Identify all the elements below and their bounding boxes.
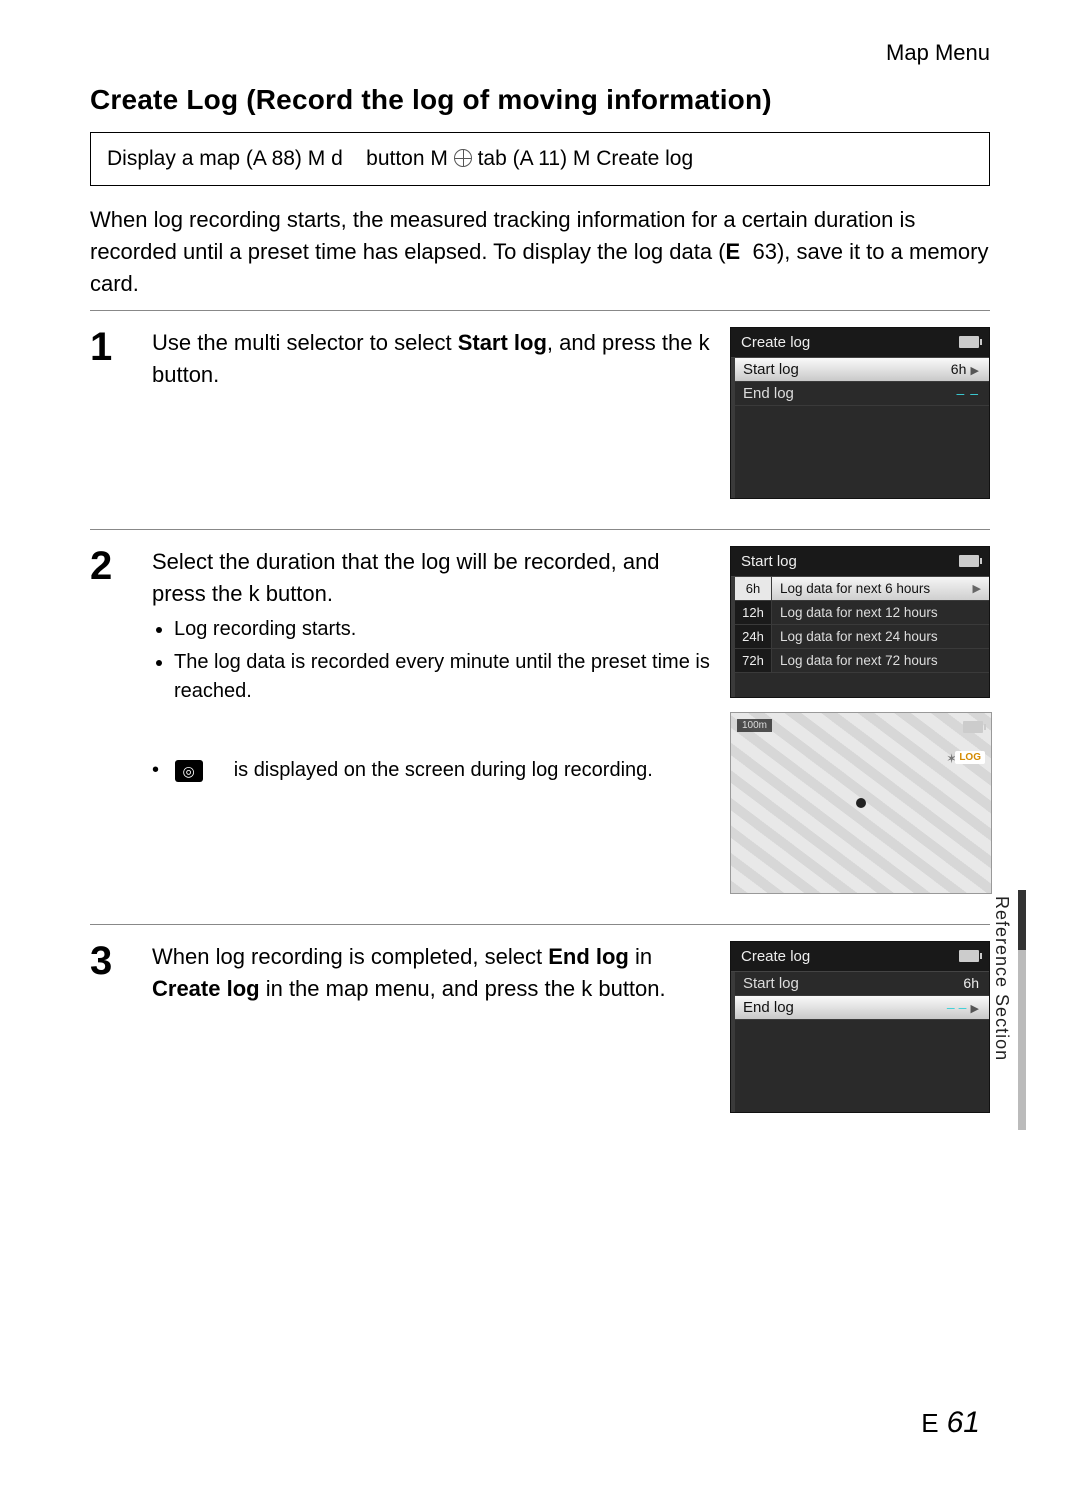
lcd-screenshot-start-log: Start log 6h Log data for next 6 hours▶ … [730,546,990,698]
page-title: Create Log (Record the log of moving inf… [90,84,990,116]
side-tab-label: Reference Section [991,896,1012,1061]
nav-segment: d [331,147,343,170]
map-pin-icon [856,798,866,808]
lcd-row-value: 6h [951,361,967,377]
lcd-row-end-log: End log – – [735,382,989,406]
option-label: Log data for next 72 hours [780,653,938,668]
lcd-row-label: End log [743,385,794,402]
option-tag: 72h [735,649,772,672]
map-scale: 100m [737,719,772,732]
step-bold: End log [548,944,629,969]
step-bold: Start log [458,330,547,355]
lcd-row-start-log: Start log 6h [735,972,989,996]
option-tag: 24h [735,625,772,648]
side-tab: Reference Section [996,890,1016,1130]
lcd-row-label: End log [743,999,794,1016]
chevron-right-icon: ▶ [971,1003,979,1015]
log-badge: LOG [955,751,985,764]
nav-sep: M [573,147,591,170]
battery-icon [959,555,979,567]
step-text: Select the duration that the log will be… [152,549,660,606]
chevron-right-icon: ▶ [973,582,981,595]
step-bold: Create log [152,976,260,1001]
step-text: in the map menu, and press the [260,976,582,1001]
breadcrumb: Map Menu [90,40,990,66]
step-number: 3 [90,941,136,1113]
step-number: 1 [90,327,136,499]
lcd-row-value: – – [957,385,979,401]
lcd-row-start-log: Start log 6h ▶ [735,358,989,382]
log-indicator-icon: ◎ [175,760,203,782]
page-footer: E 61 [921,1406,980,1440]
step-text: When log recording is completed, select [152,944,548,969]
bullet: Log recording starts. [174,615,714,644]
step-2: 2 Select the duration that the log will … [90,529,990,924]
indicator-note: • ◎ is displayed on the screen during lo… [152,756,714,785]
step-heading: When log recording is completed, select … [152,941,714,1005]
lcd-option-72h: 72h Log data for next 72 hours [735,649,989,673]
step-text: button. [592,976,665,1001]
option-tag: 6h [735,577,772,600]
option-label: Log data for next 12 hours [780,605,938,620]
nav-sep: M [308,147,326,170]
battery-icon [959,950,979,962]
option-label: Log data for next 6 hours [780,581,930,596]
button-glyph: k [581,976,592,1001]
option-label: Log data for next 24 hours [780,629,938,644]
bullet: The log data is recorded every minute un… [174,648,714,706]
lcd-row-label: Start log [743,361,799,378]
lcd-row-value: 6h [963,975,979,991]
lcd-row-end-log: End log – – ▶ [735,996,989,1020]
button-glyph: k [249,581,260,606]
option-tag: 12h [735,601,772,624]
step-text: , and press the [547,330,699,355]
intro-paragraph: When log recording starts, the measured … [90,204,990,300]
step-text: button. [260,581,333,606]
lcd-title: Create log [741,948,810,965]
lcd-title: Create log [741,334,810,351]
ref-icon: E [726,239,741,264]
lcd-screenshot-map: 100m ✶ LOG [730,712,992,894]
step-number: 2 [90,546,136,894]
step-heading: Use the multi selector to select Start l… [152,327,714,391]
navigation-path: Display a map (A 88) M d button M tab (A… [90,132,990,186]
nav-segment: Display a map (A 88) [107,147,302,170]
nav-sep: M [430,147,448,170]
page-number: 61 [947,1406,980,1439]
nav-segment: Create log [596,147,693,170]
indicator-text: is displayed on the screen during log re… [234,756,653,785]
ref-number: 63 [752,239,776,264]
lcd-row-value: – – [947,999,966,1015]
lcd-row-label: Start log [743,975,799,992]
footer-prefix: E [921,1408,938,1438]
lcd-option-12h: 12h Log data for next 12 hours [735,601,989,625]
nav-segment: tab (A 11) [478,147,568,170]
lcd-screenshot-create-log: Create log Start log 6h ▶ End log – – [730,327,990,499]
chevron-right-icon: ▶ [971,365,979,377]
globe-icon [454,149,472,167]
lcd-title: Start log [741,553,797,570]
step-text: in [629,944,652,969]
button-glyph: k [699,330,710,355]
side-tab-bar [1018,890,1026,1130]
step-3: 3 When log recording is completed, selec… [90,924,990,1143]
battery-icon [963,721,983,733]
step-1: 1 Use the multi selector to select Start… [90,310,990,529]
nav-segment: button [366,147,424,170]
step-text: button. [152,362,219,387]
lcd-option-24h: 24h Log data for next 24 hours [735,625,989,649]
step-text: Use the multi selector to select [152,330,458,355]
battery-icon [959,336,979,348]
lcd-screenshot-create-log-end: Create log Start log 6h End log – – ▶ [730,941,990,1113]
step-heading: Select the duration that the log will be… [152,546,714,610]
lcd-option-6h: 6h Log data for next 6 hours ▶ [735,577,989,601]
